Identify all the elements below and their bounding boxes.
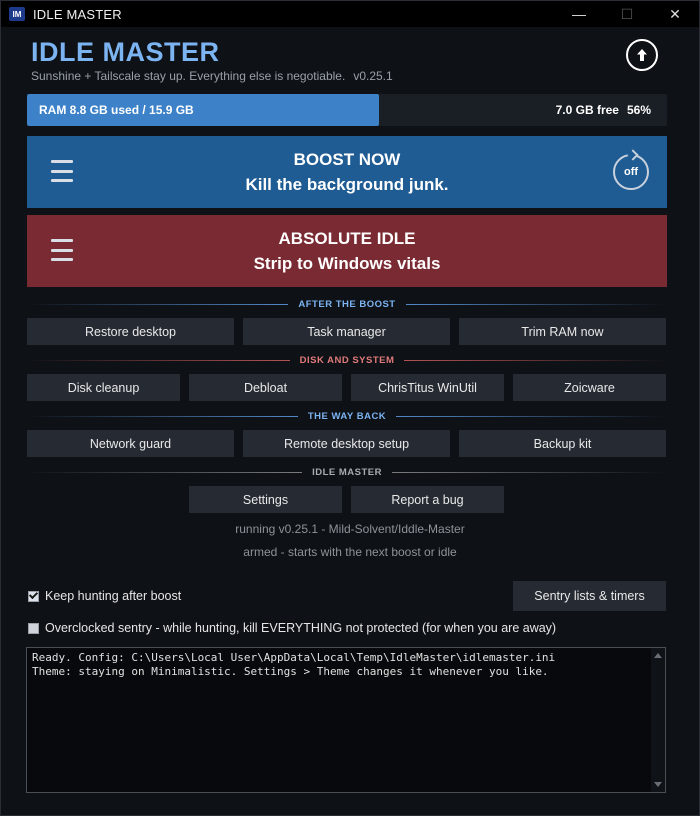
boost-auto-toggle[interactable]: off (613, 154, 649, 190)
title-bar: IM IDLE MASTER — ☐ ✕ (1, 1, 699, 27)
boost-title: BOOST NOW (293, 149, 401, 169)
zoicware-button[interactable]: Zoicware (513, 374, 666, 401)
tagline-text: Sunshine + Tailscale stay up. Everything… (31, 69, 346, 83)
section-label: IDLE MASTER (312, 466, 382, 478)
scroll-up-icon[interactable] (654, 653, 662, 658)
keep-hunting-checkbox[interactable] (28, 590, 39, 602)
keep-hunting-label: Keep hunting after boost (45, 589, 182, 603)
section-disk-system: DISK AND SYSTEM (27, 353, 667, 367)
overclocked-sentry-checkbox[interactable] (28, 622, 39, 634)
overclocked-sentry-option[interactable]: Overclocked sentry - while hunting, kill… (28, 621, 556, 635)
section-label: THE WAY BACK (307, 410, 387, 422)
settings-button[interactable]: Settings (189, 486, 342, 513)
ram-usage-bar: RAM 8.8 GB used / 15.9 GB 7.0 GB free 56% (27, 94, 667, 126)
boost-now-button[interactable]: BOOST NOW Kill the background junk. off (27, 136, 667, 208)
absolute-idle-button[interactable]: ABSOLUTE IDLE Strip to Windows vitals (27, 215, 667, 287)
ram-free-amount: 7.0 GB free (555, 103, 619, 117)
ram-free-percent: 56% (626, 103, 651, 117)
app-title: IDLE MASTER (31, 37, 220, 67)
network-guard-button[interactable]: Network guard (27, 430, 234, 457)
arrow-up-icon (637, 49, 647, 61)
idle-subtitle: Strip to Windows vitals (253, 253, 441, 273)
task-manager-button[interactable]: Task manager (243, 318, 450, 345)
backup-kit-button[interactable]: Backup kit (459, 430, 666, 457)
restore-desktop-button[interactable]: Restore desktop (27, 318, 234, 345)
app-icon: IM (9, 7, 25, 21)
window-controls: — ☐ ✕ (555, 1, 699, 27)
ram-free-label: 7.0 GB free 56% (556, 94, 651, 126)
main-content: IDLE MASTER Sunshine + Tailscale stay up… (1, 27, 699, 815)
section-way-back: THE WAY BACK (27, 409, 668, 423)
close-button[interactable]: ✕ (651, 1, 699, 27)
report-bug-button[interactable]: Report a bug (351, 486, 504, 513)
keep-hunting-option[interactable]: Keep hunting after boost (28, 589, 181, 603)
boost-subtitle: Kill the background junk. (245, 174, 449, 194)
idle-title: ABSOLUTE IDLE (278, 228, 416, 248)
log-output[interactable]: Ready. Config: C:\Users\Local User\AppDa… (26, 647, 666, 793)
running-status: running v0.25.1 - Mild-Solvent/Iddle-Mas… (235, 522, 465, 536)
app-window: IM IDLE MASTER — ☐ ✕ IDLE MASTER Sunshin… (0, 0, 700, 816)
section-label: DISK AND SYSTEM (299, 354, 395, 366)
trim-ram-button[interactable]: Trim RAM now (459, 318, 666, 345)
sentry-lists-button[interactable]: Sentry lists & timers (513, 581, 666, 611)
menu-icon[interactable] (51, 160, 73, 182)
debloat-button[interactable]: Debloat (189, 374, 342, 401)
menu-icon[interactable] (51, 239, 73, 261)
section-label: AFTER THE BOOST (298, 298, 396, 310)
armed-status: armed - starts with the next boost or id… (243, 545, 457, 559)
remote-desktop-setup-button[interactable]: Remote desktop setup (243, 430, 450, 457)
tagline: Sunshine + Tailscale stay up. Everything… (31, 69, 393, 83)
log-scrollbar[interactable] (651, 648, 665, 792)
scroll-down-icon[interactable] (654, 782, 662, 787)
section-after-boost: AFTER THE BOOST (27, 297, 668, 311)
overclocked-sentry-label: Overclocked sentry - while hunting, kill… (45, 621, 557, 635)
section-idle-master: IDLE MASTER (27, 465, 668, 479)
ram-used-label: RAM 8.8 GB used / 15.9 GB (39, 103, 194, 117)
christitus-winutil-button[interactable]: ChrisTitus WinUtil (351, 374, 504, 401)
minimize-button[interactable]: — (555, 1, 603, 27)
window-title: IDLE MASTER (33, 6, 122, 22)
version-label: v0.25.1 (353, 69, 393, 83)
update-button[interactable] (626, 39, 658, 71)
log-text: Ready. Config: C:\Users\Local User\AppDa… (32, 651, 556, 678)
maximize-button: ☐ (620, 5, 634, 22)
disk-cleanup-button[interactable]: Disk cleanup (27, 374, 180, 401)
